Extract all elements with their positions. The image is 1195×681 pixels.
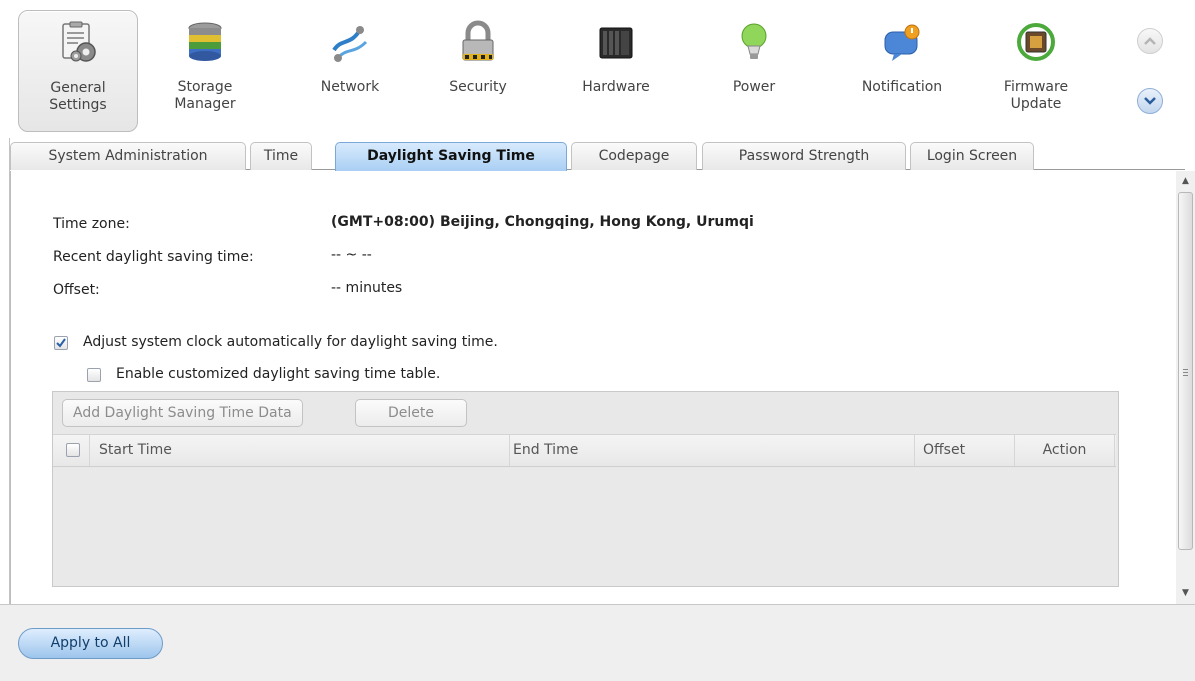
scrollbar-thumb[interactable]: [1178, 192, 1193, 550]
dst-table-toolbar: Add Daylight Saving Time Data Delete: [53, 392, 1118, 434]
nav-scroll-up-button[interactable]: [1137, 28, 1163, 54]
tab-time[interactable]: Time: [250, 142, 312, 170]
nav-label: Hardware: [582, 79, 650, 95]
tab-login-screen[interactable]: Login Screen: [910, 142, 1034, 170]
nav-scroll-down-button[interactable]: [1137, 88, 1163, 114]
nav-security[interactable]: Security: [418, 10, 538, 132]
auto-adjust-label: Adjust system clock automatically for da…: [83, 334, 498, 350]
scroll-down-arrow-icon[interactable]: ▼: [1176, 585, 1195, 602]
add-dst-data-button[interactable]: Add Daylight Saving Time Data: [62, 399, 303, 427]
scroll-up-arrow-icon[interactable]: ▲: [1176, 173, 1195, 190]
recent-dst-label: Recent daylight saving time:: [53, 249, 254, 265]
column-offset[interactable]: Offset: [915, 435, 1015, 466]
nav-label: General Settings: [49, 80, 107, 113]
firmware-chip-icon: [1014, 20, 1058, 64]
delete-button[interactable]: Delete: [355, 399, 467, 427]
select-all-checkbox[interactable]: [66, 443, 80, 457]
nav-storage-manager[interactable]: Storage Manager: [145, 10, 265, 132]
nav-label: Power: [732, 79, 776, 95]
nav-label: Firmware Update: [1003, 79, 1069, 112]
nav-firmware-update[interactable]: Firmware Update: [976, 10, 1096, 132]
top-nav-bar: General Settings Storage Manager Network: [0, 0, 1195, 138]
footer-bar: Apply to All: [0, 604, 1195, 681]
nav-label: Notification: [861, 79, 943, 95]
dst-table-header: Start Time End Time Offset Action: [53, 434, 1116, 467]
dst-settings-panel: Time zone: (GMT+08:00) Beijing, Chongqin…: [10, 171, 1185, 604]
column-start-time[interactable]: Start Time: [90, 435, 510, 466]
dst-table: Add Daylight Saving Time Data Delete Sta…: [52, 391, 1119, 587]
time-zone-label: Time zone:: [53, 216, 130, 232]
hardware-icon: [594, 20, 638, 64]
select-all-cell: [53, 435, 90, 466]
vertical-scrollbar[interactable]: ▲ ▼: [1176, 171, 1195, 604]
nav-network[interactable]: Network: [290, 10, 410, 132]
offset-value: -- minutes: [331, 280, 403, 296]
grip-icon: [1183, 369, 1188, 378]
tab-strip: System Administration Time Daylight Savi…: [10, 140, 1185, 171]
general-settings-icon: [56, 21, 100, 65]
lock-icon: [456, 20, 500, 64]
time-zone-value: (GMT+08:00) Beijing, Chongqing, Hong Kon…: [331, 214, 754, 230]
nav-label: Security: [449, 79, 507, 95]
apply-to-all-button[interactable]: Apply to All: [18, 628, 163, 659]
custom-table-label: Enable customized daylight saving time t…: [116, 366, 441, 382]
tab-password-strength[interactable]: Password Strength: [702, 142, 906, 170]
nav-label: Storage Manager: [174, 79, 236, 112]
tab-codepage[interactable]: Codepage: [571, 142, 697, 170]
storage-manager-icon: [183, 20, 227, 64]
offset-label: Offset:: [53, 282, 100, 298]
nav-label: Network: [320, 79, 380, 95]
auto-adjust-checkbox[interactable]: [54, 336, 68, 350]
nav-power[interactable]: Power: [694, 10, 814, 132]
dst-table-body: [53, 468, 1118, 586]
nav-notification[interactable]: Notification: [842, 10, 962, 132]
network-icon: [328, 20, 372, 64]
nav-hardware[interactable]: Hardware: [556, 10, 676, 132]
checkmark-icon: [56, 338, 66, 348]
recent-dst-value: -- ~ --: [331, 247, 372, 263]
column-end-time[interactable]: End Time: [510, 435, 915, 466]
custom-table-checkbox[interactable]: [87, 368, 101, 382]
tab-system-administration[interactable]: System Administration: [10, 142, 246, 170]
column-action[interactable]: Action: [1015, 435, 1115, 466]
lightbulb-icon: [732, 20, 776, 64]
tab-daylight-saving-time[interactable]: Daylight Saving Time: [335, 142, 567, 171]
notification-bubble-icon: [880, 20, 924, 64]
nav-general-settings[interactable]: General Settings: [18, 10, 138, 132]
